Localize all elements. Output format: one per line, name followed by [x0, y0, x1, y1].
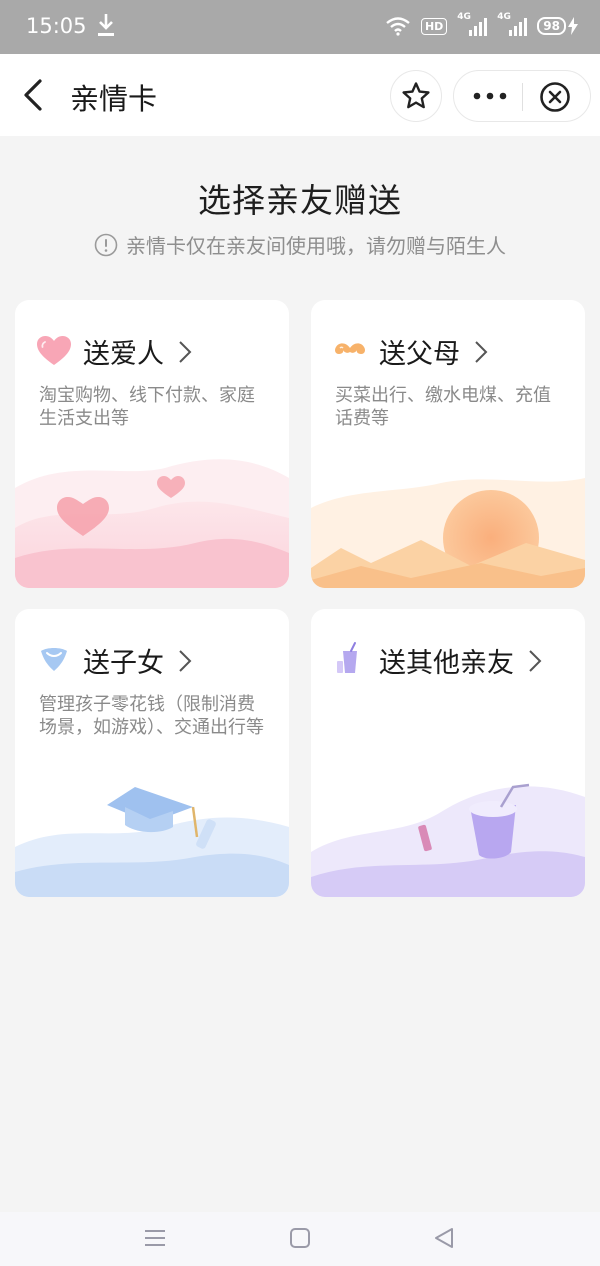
more-dots-icon[interactable] — [470, 85, 510, 107]
back-triangle-icon[interactable] — [432, 1226, 456, 1250]
close-circle-icon[interactable] — [539, 81, 571, 113]
home-square-icon[interactable] — [288, 1226, 312, 1250]
drink-icon — [337, 642, 357, 673]
warning-tip-text: 亲情卡仅在亲友间使用哦，请勿赠与陌生人 — [126, 234, 506, 258]
kid-bib-icon — [41, 648, 67, 671]
card-other-friends-title: 送其他亲友 — [379, 641, 542, 680]
download-icon — [98, 14, 114, 36]
hd-badge: HD — [420, 17, 448, 35]
sunset-mountains-illustration — [311, 478, 585, 588]
wifi-icon — [386, 17, 410, 36]
charging-icon — [568, 17, 578, 35]
graduation-cap-illustration — [15, 787, 289, 897]
status-indicators: HD 4G 4G 98 — [385, 12, 578, 40]
card-lover-desc: 淘宝购物、线下付款、家庭生活支出等 — [39, 385, 255, 429]
card-parents-title: 送父母 — [379, 332, 488, 371]
card-lover[interactable]: 送爱人 淘宝购物、线下付款、家庭生活支出等 — [15, 300, 289, 588]
chevron-right-icon — [179, 649, 192, 672]
card-children[interactable]: 送子女 管理孩子零花钱（限制消费场景，如游戏）、交通出行等 — [15, 609, 289, 897]
capsule-divider — [522, 83, 523, 111]
battery-level: 98 — [537, 17, 566, 35]
mustache-icon — [335, 343, 365, 354]
chevron-right-icon — [529, 649, 542, 672]
card-parents[interactable]: 送父母 买菜出行、缴水电煤、充值话费等 — [311, 300, 585, 588]
info-icon — [94, 233, 118, 256]
warning-tip: 亲情卡仅在亲友间使用哦，请勿赠与陌生人 — [0, 230, 600, 259]
card-children-title: 送子女 — [83, 641, 192, 680]
status-bar: 15:05 HD 4G 4G 98 — [0, 0, 600, 54]
menu-icon[interactable] — [143, 1226, 167, 1250]
section-heading: 选择亲友赠送 — [198, 181, 402, 220]
mini-program-capsule — [453, 70, 591, 122]
system-navigation-bar — [0, 1212, 600, 1266]
card-lover-title: 送爱人 — [83, 332, 192, 371]
signal-1-icon: 4G — [457, 12, 488, 38]
chevron-right-icon — [475, 340, 488, 363]
star-icon — [402, 82, 430, 109]
signal-2-icon: 4G — [497, 12, 528, 38]
cup-illustration — [311, 783, 585, 897]
card-parents-desc: 买菜出行、缴水电煤、充值话费等 — [335, 385, 551, 429]
status-time: 15:05 — [26, 14, 87, 38]
card-other-friends[interactable]: 送其他亲友 — [311, 609, 585, 897]
heart-icon — [37, 336, 71, 365]
back-arrow-icon[interactable] — [20, 78, 46, 112]
battery-indicator: 98 — [537, 17, 578, 35]
chevron-right-icon — [179, 340, 192, 363]
card-children-desc: 管理孩子零花钱（限制消费场景，如游戏）、交通出行等 — [39, 694, 264, 738]
nav-bar: 亲情卡 — [0, 54, 600, 136]
pink-clouds-illustration — [15, 459, 289, 588]
favorite-button[interactable] — [390, 70, 442, 122]
page-title: 亲情卡 — [70, 82, 158, 116]
